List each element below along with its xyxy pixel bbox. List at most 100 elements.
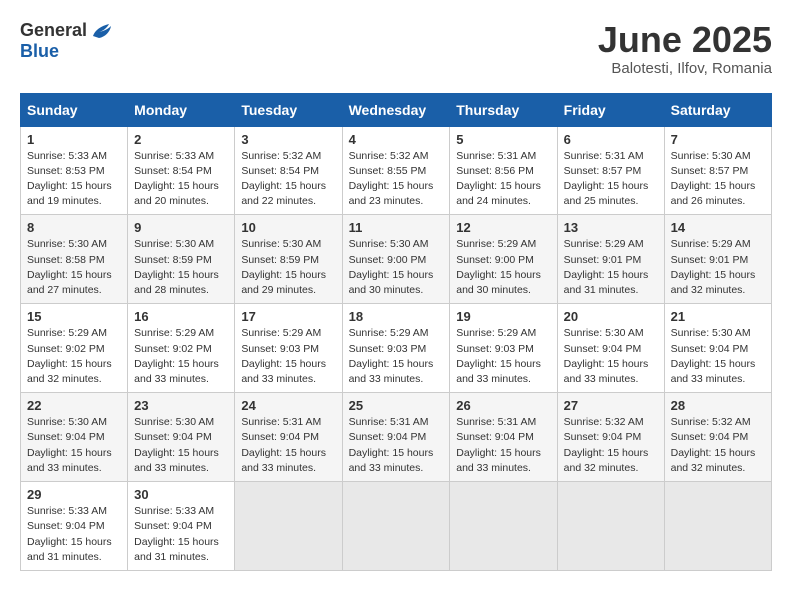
location-text: Balotesti, Ilfov, Romania (598, 60, 772, 77)
logo-general-text: General (20, 20, 87, 41)
day-number: 14 (671, 220, 765, 235)
calendar-cell: 18 Sunrise: 5:29 AM Sunset: 9:03 PM Dayli… (342, 304, 450, 393)
calendar-cell: 11Sunrise: 5:30 AM Sunset: 9:00 PM Dayli… (342, 215, 450, 304)
day-number: 22 (27, 398, 121, 413)
calendar-cell: 28 Sunrise: 5:32 AM Sunset: 9:04 PM Dayli… (664, 393, 771, 482)
calendar-cell: 12Sunrise: 5:29 AM Sunset: 9:00 PM Dayli… (450, 215, 557, 304)
calendar-cell: 6 Sunrise: 5:31 AM Sunset: 8:57 PM Daylig… (557, 126, 664, 215)
day-number: 21 (671, 309, 765, 324)
day-number: 17 (241, 309, 335, 324)
calendar-cell: 5Sunrise: 5:31 AM Sunset: 8:56 PM Daylig… (450, 126, 557, 215)
cell-info: Sunrise: 5:30 AM Sunset: 8:59 PM Dayligh… (241, 237, 335, 298)
day-number: 10 (241, 220, 335, 235)
calendar-cell: 19 Sunrise: 5:29 AM Sunset: 9:03 PM Dayli… (450, 304, 557, 393)
calendar-cell: 10 Sunrise: 5:30 AM Sunset: 8:59 PM Dayli… (235, 215, 342, 304)
cell-info: Sunrise: 5:29 AM Sunset: 9:03 PM Dayligh… (349, 326, 444, 387)
cell-info: Sunrise: 5:29 AM Sunset: 9:02 PM Dayligh… (134, 326, 228, 387)
day-number: 19 (456, 309, 550, 324)
cell-info: Sunrise: 5:30 AM Sunset: 9:04 PM Dayligh… (671, 326, 765, 387)
calendar-cell: 25 Sunrise: 5:31 AM Sunset: 9:04 PM Dayli… (342, 393, 450, 482)
calendar-cell: 3Sunrise: 5:32 AM Sunset: 8:54 PM Daylig… (235, 126, 342, 215)
calendar-cell (342, 482, 450, 571)
day-number: 30 (134, 487, 228, 502)
calendar-cell (557, 482, 664, 571)
day-number: 13 (564, 220, 658, 235)
week-row-4: 22 Sunrise: 5:30 AM Sunset: 9:04 PM Dayli… (21, 393, 772, 482)
header-friday: Friday (557, 93, 664, 126)
cell-info: Sunrise: 5:29 AM Sunset: 9:01 PM Dayligh… (564, 237, 658, 298)
cell-info: Sunrise: 5:30 AM Sunset: 9:00 PM Dayligh… (349, 237, 444, 298)
day-number: 25 (349, 398, 444, 413)
cell-info: Sunrise: 5:30 AM Sunset: 9:04 PM Dayligh… (27, 415, 121, 476)
calendar-cell: 17 Sunrise: 5:29 AM Sunset: 9:03 PM Dayli… (235, 304, 342, 393)
cell-info: Sunrise: 5:30 AM Sunset: 9:04 PM Dayligh… (134, 415, 228, 476)
title-block: June 2025 Balotesti, Ilfov, Romania (598, 20, 772, 77)
week-row-3: 15 Sunrise: 5:29 AM Sunset: 9:02 PM Dayli… (21, 304, 772, 393)
cell-info: Sunrise: 5:33 AM Sunset: 8:54 PM Dayligh… (134, 149, 228, 210)
day-number: 18 (349, 309, 444, 324)
day-number: 3 (241, 132, 335, 147)
calendar-cell: 8Sunrise: 5:30 AM Sunset: 8:58 PM Daylig… (21, 215, 128, 304)
day-number: 12 (456, 220, 550, 235)
cell-info: Sunrise: 5:32 AM Sunset: 9:04 PM Dayligh… (671, 415, 765, 476)
cell-info: Sunrise: 5:32 AM Sunset: 8:55 PM Dayligh… (349, 149, 444, 210)
day-number: 7 (671, 132, 765, 147)
cell-info: Sunrise: 5:32 AM Sunset: 9:04 PM Dayligh… (564, 415, 658, 476)
calendar-cell: 21 Sunrise: 5:30 AM Sunset: 9:04 PM Dayli… (664, 304, 771, 393)
calendar-cell: 14 Sunrise: 5:29 AM Sunset: 9:01 PM Dayli… (664, 215, 771, 304)
day-number: 20 (564, 309, 658, 324)
calendar-cell: 24Sunrise: 5:31 AM Sunset: 9:04 PM Dayli… (235, 393, 342, 482)
day-number: 28 (671, 398, 765, 413)
calendar-cell: 1 Sunrise: 5:33 AM Sunset: 8:53 PM Daylig… (21, 126, 128, 215)
day-number: 24 (241, 398, 335, 413)
header-tuesday: Tuesday (235, 93, 342, 126)
cell-info: Sunrise: 5:31 AM Sunset: 9:04 PM Dayligh… (456, 415, 550, 476)
calendar-cell: 9 Sunrise: 5:30 AM Sunset: 8:59 PM Daylig… (128, 215, 235, 304)
calendar-cell: 4 Sunrise: 5:32 AM Sunset: 8:55 PM Daylig… (342, 126, 450, 215)
cell-info: Sunrise: 5:29 AM Sunset: 9:01 PM Dayligh… (671, 237, 765, 298)
day-number: 4 (349, 132, 444, 147)
week-row-2: 8Sunrise: 5:30 AM Sunset: 8:58 PM Daylig… (21, 215, 772, 304)
calendar-cell: 30 Sunrise: 5:33 AM Sunset: 9:04 PM Dayli… (128, 482, 235, 571)
header-thursday: Thursday (450, 93, 557, 126)
calendar-cell (450, 482, 557, 571)
header-monday: Monday (128, 93, 235, 126)
calendar-cell (664, 482, 771, 571)
calendar-cell: 13 Sunrise: 5:29 AM Sunset: 9:01 PM Dayli… (557, 215, 664, 304)
day-number: 9 (134, 220, 228, 235)
cell-info: Sunrise: 5:29 AM Sunset: 9:03 PM Dayligh… (241, 326, 335, 387)
cell-info: Sunrise: 5:33 AM Sunset: 9:04 PM Dayligh… (134, 504, 228, 565)
calendar-header-row: Sunday Monday Tuesday Wednesday Thursday… (21, 93, 772, 126)
calendar-cell: 20Sunrise: 5:30 AM Sunset: 9:04 PM Dayli… (557, 304, 664, 393)
month-title: June 2025 (598, 20, 772, 60)
cell-info: Sunrise: 5:33 AM Sunset: 9:04 PM Dayligh… (27, 504, 121, 565)
cell-info: Sunrise: 5:31 AM Sunset: 9:04 PM Dayligh… (349, 415, 444, 476)
logo-bird-icon (91, 22, 113, 40)
week-row-1: 1 Sunrise: 5:33 AM Sunset: 8:53 PM Daylig… (21, 126, 772, 215)
day-number: 1 (27, 132, 121, 147)
header-saturday: Saturday (664, 93, 771, 126)
calendar-cell: 15Sunrise: 5:29 AM Sunset: 9:02 PM Dayli… (21, 304, 128, 393)
calendar-cell (235, 482, 342, 571)
day-number: 6 (564, 132, 658, 147)
day-number: 26 (456, 398, 550, 413)
week-row-5: 29Sunrise: 5:33 AM Sunset: 9:04 PM Dayli… (21, 482, 772, 571)
cell-info: Sunrise: 5:30 AM Sunset: 8:59 PM Dayligh… (134, 237, 228, 298)
calendar-cell: 7Sunrise: 5:30 AM Sunset: 8:57 PM Daylig… (664, 126, 771, 215)
calendar-cell: 2Sunrise: 5:33 AM Sunset: 8:54 PM Daylig… (128, 126, 235, 215)
calendar-cell: 29Sunrise: 5:33 AM Sunset: 9:04 PM Dayli… (21, 482, 128, 571)
cell-info: Sunrise: 5:33 AM Sunset: 8:53 PM Dayligh… (27, 149, 121, 210)
header-sunday: Sunday (21, 93, 128, 126)
calendar-cell: 26 Sunrise: 5:31 AM Sunset: 9:04 PM Dayli… (450, 393, 557, 482)
cell-info: Sunrise: 5:31 AM Sunset: 8:57 PM Dayligh… (564, 149, 658, 210)
page-header: General Blue June 2025 Balotesti, Ilfov,… (20, 20, 772, 77)
calendar-cell: 22 Sunrise: 5:30 AM Sunset: 9:04 PM Dayli… (21, 393, 128, 482)
cell-info: Sunrise: 5:29 AM Sunset: 9:03 PM Dayligh… (456, 326, 550, 387)
calendar-table: Sunday Monday Tuesday Wednesday Thursday… (20, 93, 772, 571)
day-number: 16 (134, 309, 228, 324)
calendar-cell: 16 Sunrise: 5:29 AM Sunset: 9:02 PM Dayli… (128, 304, 235, 393)
cell-info: Sunrise: 5:30 AM Sunset: 8:58 PM Dayligh… (27, 237, 121, 298)
logo: General Blue (20, 20, 113, 62)
logo-blue-text: Blue (20, 41, 59, 62)
day-number: 15 (27, 309, 121, 324)
